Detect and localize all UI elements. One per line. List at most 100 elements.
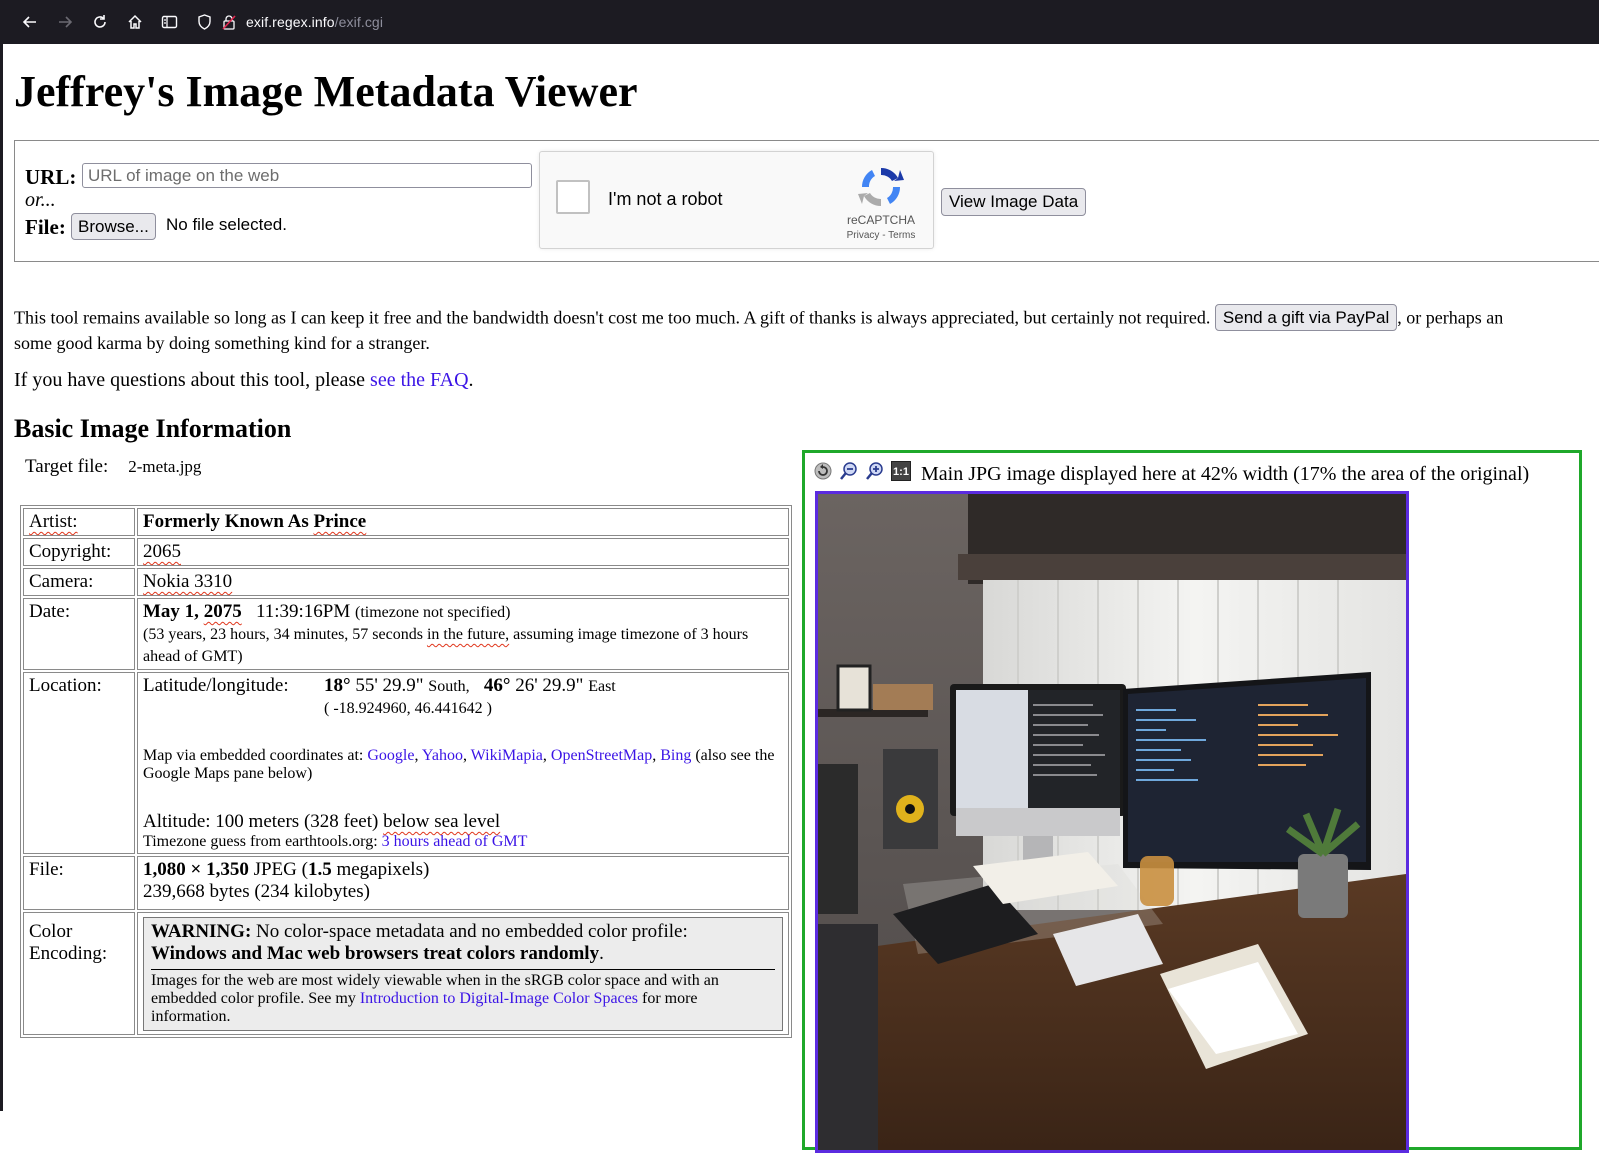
file-megapixels: 1.5 — [307, 859, 332, 880]
reload-icon — [93, 15, 106, 28]
date-timezone: (timezone not specified) — [355, 604, 511, 621]
lon-minutes-seconds: 26' 29.9" — [510, 675, 584, 696]
lat-lon-label: Latitude/longitude: — [143, 675, 289, 696]
insecure-lock-icon — [222, 15, 236, 30]
color-spaces-link[interactable]: Introduction to Digital-Image Color Spac… — [360, 990, 638, 1007]
warning-divider — [151, 969, 775, 970]
image-tools: 1:1 — [813, 461, 911, 481]
zoom-out-icon[interactable] — [839, 461, 859, 481]
map-link-yahoo[interactable]: Yahoo — [422, 747, 463, 764]
warning-info: Images for the web are most widely viewa… — [151, 972, 775, 1026]
map-text: Map via embedded coordinates at: — [143, 747, 368, 764]
recaptcha-widget: I'm not a robot reCAPTCHA Privacy - Term… — [539, 151, 934, 249]
table-row: Artist: Formerly Known As Prince — [23, 508, 789, 536]
date-note: (53 years, 23 hours, 34 minutes, 57 seco… — [143, 626, 748, 665]
image-url-input[interactable] — [82, 163, 532, 188]
upload-form: URL: or... File: Browse... No file selec… — [14, 140, 1599, 262]
altitude-text: Altitude: 100 meters (328 feet) — [143, 811, 384, 832]
notice-text-after: , or perhaps an — [1397, 307, 1504, 328]
notice-line-2: some good karma by doing something kind … — [14, 333, 430, 353]
altitude-below-sea: below sea level — [383, 811, 501, 832]
recaptcha-privacy-link[interactable]: Privacy — [847, 230, 880, 241]
camera-label: Camera: — [29, 571, 94, 592]
map-link-openstreetmap[interactable]: OpenStreetMap — [551, 747, 652, 764]
copyright-label: Copyright: — [29, 541, 112, 562]
date-label: Date: — [29, 601, 71, 622]
map-link-google[interactable]: Google — [367, 747, 414, 764]
address-bar[interactable]: exif.regex.info/exif.cgi — [197, 14, 383, 30]
faq-link[interactable]: see the FAQ — [370, 369, 469, 391]
reader-view-button[interactable] — [152, 7, 187, 37]
forward-button[interactable] — [47, 7, 82, 37]
date-year: 2075 — [203, 601, 242, 622]
browser-toolbar: exif.regex.info/exif.cgi — [0, 0, 1599, 44]
sidebar-icon — [161, 15, 178, 29]
main-image — [815, 491, 1409, 1153]
reload-button[interactable] — [82, 7, 117, 37]
basic-info-heading: Basic Image Information — [14, 414, 292, 443]
back-button[interactable] — [12, 7, 47, 37]
url-label: URL: — [25, 165, 77, 189]
recaptcha-links: Privacy - Terms — [836, 230, 926, 241]
recaptcha-label: I'm not a robot — [608, 189, 723, 209]
warning-text: No color-space metadata and no embedded … — [251, 921, 688, 942]
copyright-value: 2065 — [143, 541, 181, 562]
map-link-bing[interactable]: Bing — [660, 747, 691, 764]
target-file-label: Target file: — [25, 456, 109, 477]
file-dimensions: 1,080 × 1,350 — [143, 859, 249, 880]
timezone-guess-text: Timezone guess from earthtools.org: — [143, 833, 382, 850]
forward-arrow-icon — [58, 16, 72, 28]
lat-lon-values: 18° 55' 29.9" South, 46° 26' 29.9" East … — [324, 675, 616, 719]
target-file: Target file: 2-meta.jpg — [25, 456, 201, 478]
lon-degrees: 46° — [483, 675, 511, 696]
faq-period: . — [468, 369, 474, 391]
image-caption: Main JPG image displayed here at 42% wid… — [921, 463, 1530, 485]
date-note-part: in the future, — [426, 626, 510, 643]
map-links: Map via embedded coordinates at: Google,… — [143, 747, 775, 782]
view-image-data-button[interactable]: View Image Data — [941, 188, 1087, 216]
url-text[interactable]: exif.regex.info/exif.cgi — [246, 14, 383, 30]
notice-text: This tool remains available so long as I… — [14, 307, 1215, 328]
recaptcha-terms-link[interactable]: Terms — [888, 230, 915, 241]
home-icon — [127, 14, 142, 29]
target-file-value: 2-meta.jpg — [128, 457, 202, 476]
date-value-part: May 1, — [143, 601, 204, 622]
date-value: May 1, 2075 — [143, 601, 242, 622]
lon-direction: East — [588, 678, 616, 695]
date-note-part: (53 years, 23 hours, 34 minutes, 57 seco… — [143, 626, 427, 643]
timezone-link[interactable]: 3 hours ahead of GMT — [382, 833, 528, 850]
browse-button[interactable]: Browse... — [71, 213, 156, 240]
date-time: 11:39:16PM — [255, 601, 351, 622]
actual-size-icon[interactable]: 1:1 — [891, 461, 911, 481]
faq-text: If you have questions about this tool, p… — [14, 369, 371, 391]
recaptcha-checkbox[interactable] — [556, 180, 590, 214]
image-preview-pane: 1:1 Main JPG image displayed here at 42%… — [802, 450, 1582, 1153]
back-arrow-icon — [22, 16, 36, 28]
table-row: Color Encoding: WARNING: No color-space … — [23, 912, 789, 1035]
warning-heading: WARNING: — [151, 921, 252, 942]
warning-bold-text: Windows and Mac web browsers treat color… — [151, 943, 600, 964]
camera-value: Nokia 3310 — [143, 571, 233, 592]
no-file-text: No file selected. — [166, 215, 287, 234]
window-left-edge — [0, 44, 3, 1111]
recaptcha-brand: reCAPTCHA — [846, 213, 915, 227]
table-row: File: 1,080 × 1,350 JPEG (1.5 megapixels… — [23, 856, 789, 910]
metadata-table: Artist: Formerly Known As Prince Copyrig… — [20, 505, 792, 1038]
location-label: Location: — [29, 675, 102, 696]
artist-value-part: Formerly Known As — [143, 511, 309, 532]
zoom-in-icon[interactable] — [865, 461, 885, 481]
table-row: Camera: Nokia 3310 — [23, 568, 789, 596]
altitude: Altitude: 100 meters (328 feet) below se… — [143, 811, 783, 833]
table-row: Location: Latitude/longitude: 18° 55' 29… — [23, 672, 789, 854]
decimal-coordinates: ( -18.924960, 46.441642 ) — [324, 700, 492, 717]
map-link-wikimapia[interactable]: WikiMapia — [471, 747, 543, 764]
file-bytes: 239,668 bytes (234 kilobytes) — [143, 881, 370, 902]
paypal-gift-button[interactable]: Send a gift via PayPal — [1214, 304, 1398, 331]
rotate-icon[interactable] — [813, 461, 833, 481]
or-text: or... — [25, 189, 56, 211]
desk-photo — [818, 494, 1406, 1150]
home-button[interactable] — [117, 7, 152, 37]
lat-direction: South, — [428, 678, 470, 695]
color-encoding-label: Color Encoding: — [29, 921, 108, 964]
recaptcha-logo-icon — [858, 167, 904, 207]
